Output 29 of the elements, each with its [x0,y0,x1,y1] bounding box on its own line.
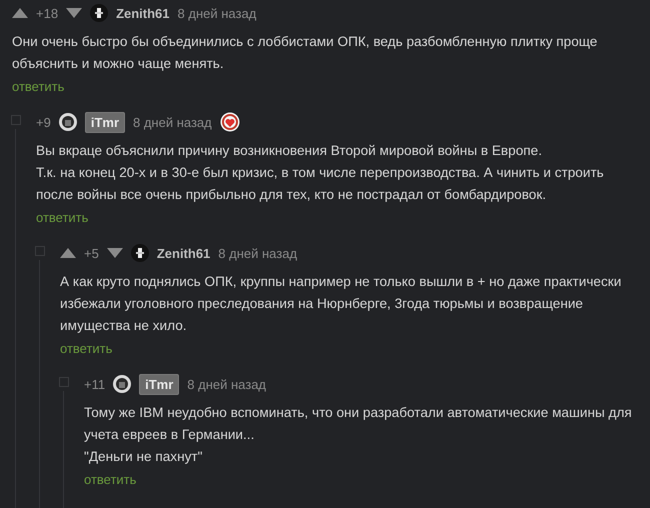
upvote-icon[interactable] [60,248,76,258]
reply-link[interactable]: ответить [12,79,64,94]
comment-time: 8 дней назад [133,114,212,130]
comment-text: А как круто поднялись ОПК, круппы например не только вышли в + но даже практически избежали уголовного преследования на Нюрнберге, 3года тюрьмы и возвращение имущества не хило. [60,273,622,335]
comment-time: 8 дней назад [187,376,266,392]
upvote-icon[interactable] [12,8,28,18]
author-name[interactable]: iTmr [139,374,180,394]
author-name[interactable]: iTmr [84,112,125,132]
rating: +5 [84,246,99,260]
avatar-icon[interactable] [58,113,77,131]
reply-link[interactable]: ответить [84,472,136,487]
avatar-icon[interactable] [90,4,108,22]
rating: +18 [36,6,58,20]
reply-link[interactable]: ответить [60,341,112,356]
reply-link[interactable]: ответить [36,210,88,225]
downvote-icon[interactable] [66,8,82,18]
comment-time: 8 дней назад [178,6,256,20]
downvote-icon[interactable] [106,248,123,258]
comment-text: Тому же IBM неудобно вспоминать, что они разработали автоматические машины для учета евреев в Германии... "Деньги не пахнут" [84,404,633,466]
author-name[interactable]: Zenith61 [156,246,210,260]
rating: +11 [84,376,106,392]
award-icon [220,112,240,132]
author-name[interactable]: Zenith61 [116,6,170,20]
avatar-icon[interactable] [130,244,149,262]
rating: +9 [36,114,51,130]
comment-text: Вы вкраце объяснили причину возникновения Второй мировой войны в Европе. Т.к. на конец 20-х и в 30-е был кризис, в том числе перепроизводства. А чинить и строить после войны все очень прибыльно для тех, кто не пострадал от бомбардировок. [36,142,605,204]
avatar-icon[interactable] [113,375,132,393]
comment-time: 8 дней назад [218,246,298,260]
comment-text: Они очень быстро бы объединились с лоббистами ОПК, ведь разбомбленную плитку проще объяснить и можно чаще менять. [12,33,598,73]
